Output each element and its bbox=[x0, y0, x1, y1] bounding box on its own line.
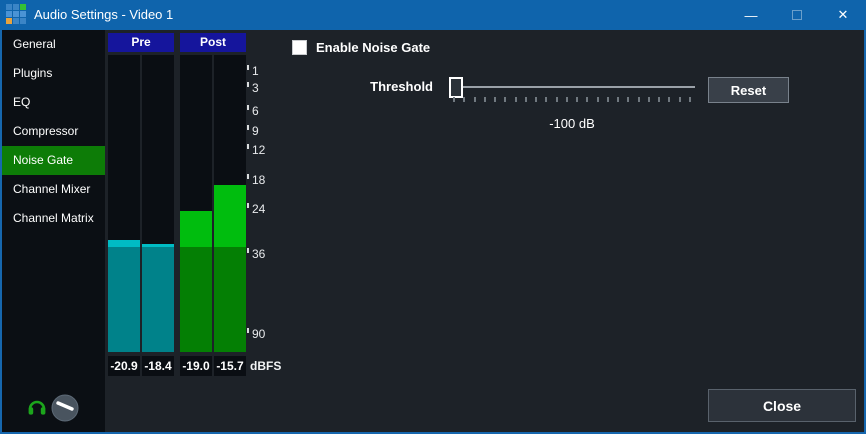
sidebar-item-channel-matrix[interactable]: Channel Matrix bbox=[2, 204, 105, 233]
scale-tick-1: 1 bbox=[247, 63, 259, 79]
meter-bar-pre-2 bbox=[142, 55, 174, 352]
meter-bar-pre-1 bbox=[108, 55, 140, 352]
threshold-label: Threshold bbox=[340, 79, 433, 94]
scale-tick-18: 18 bbox=[247, 172, 265, 188]
meter-bar-post-1 bbox=[180, 55, 212, 352]
threshold-slider-ticks bbox=[453, 97, 691, 103]
settings-sidebar: GeneralPluginsEQCompressorNoise GateChan… bbox=[2, 30, 105, 432]
scale-tick-24: 24 bbox=[247, 201, 265, 217]
scale-tick-12: 12 bbox=[247, 142, 265, 158]
sidebar-item-general[interactable]: General bbox=[2, 30, 105, 59]
minimize-button[interactable]: — bbox=[728, 0, 774, 30]
scale-tick-6: 6 bbox=[247, 103, 259, 119]
meter-header-post: Post bbox=[180, 33, 246, 52]
sidebar-item-compressor[interactable]: Compressor bbox=[2, 117, 105, 146]
headphone-volume-knob[interactable] bbox=[51, 394, 79, 422]
enable-noise-gate-label: Enable Noise Gate bbox=[316, 40, 430, 55]
titlebar[interactable]: Audio Settings - Video 1 — ✕ bbox=[0, 0, 866, 30]
close-button[interactable]: Close bbox=[708, 389, 856, 422]
threshold-slider-track[interactable] bbox=[450, 86, 695, 88]
reset-button[interactable]: Reset bbox=[708, 77, 789, 103]
audio-settings-window: Audio Settings - Video 1 — ✕ GeneralPlug… bbox=[0, 0, 866, 434]
meter-value: -18.4 bbox=[142, 356, 174, 376]
threshold-value: -100 dB bbox=[472, 116, 672, 131]
maximize-icon bbox=[792, 10, 802, 20]
sidebar-item-channel-mixer[interactable]: Channel Mixer bbox=[2, 175, 105, 204]
meter-bar-post-2 bbox=[214, 55, 246, 352]
sidebar-item-eq[interactable]: EQ bbox=[2, 88, 105, 117]
meter-unit-label: dBFS bbox=[250, 356, 281, 376]
scale-tick-36: 36 bbox=[247, 246, 265, 262]
maximize-button bbox=[774, 0, 820, 30]
meter-scale: 13691218243690 bbox=[247, 55, 289, 352]
meter-value: -20.9 bbox=[108, 356, 140, 376]
scale-tick-9: 9 bbox=[247, 123, 259, 139]
sidebar-item-plugins[interactable]: Plugins bbox=[2, 59, 105, 88]
close-window-button[interactable]: ✕ bbox=[820, 0, 866, 30]
window-title: Audio Settings - Video 1 bbox=[34, 0, 173, 30]
scale-tick-90: 90 bbox=[247, 326, 265, 342]
headphones-monitor-icon[interactable] bbox=[27, 397, 47, 417]
meter-value: -19.0 bbox=[180, 356, 212, 376]
meter-header-pre: Pre bbox=[108, 33, 174, 52]
vmix-logo-icon bbox=[6, 4, 28, 26]
enable-noise-gate-checkbox[interactable] bbox=[292, 40, 307, 55]
sidebar-item-noise-gate[interactable]: Noise Gate bbox=[2, 146, 105, 175]
threshold-slider-thumb[interactable] bbox=[449, 77, 463, 98]
meter-value: -15.7 bbox=[214, 356, 246, 376]
scale-tick-3: 3 bbox=[247, 80, 259, 96]
